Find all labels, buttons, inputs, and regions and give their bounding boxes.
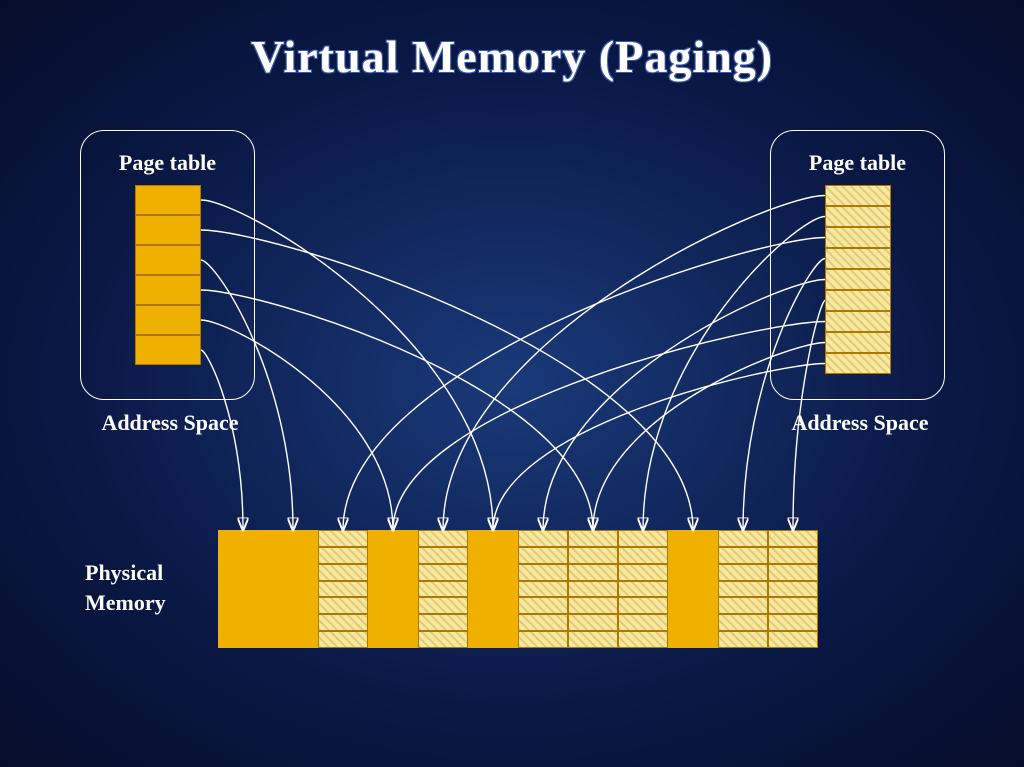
physical-memory-label-line1: Physical xyxy=(85,560,205,586)
left-address-space-label: Address Space xyxy=(70,410,270,436)
physical-frame xyxy=(718,530,768,648)
physical-frame xyxy=(218,530,268,648)
physical-frame xyxy=(468,530,518,648)
right-page-table xyxy=(825,185,891,374)
physical-memory-row xyxy=(218,530,818,648)
physical-frame xyxy=(268,530,318,648)
physical-frame xyxy=(618,530,668,648)
page-table-entry xyxy=(135,245,201,275)
physical-frame xyxy=(368,530,418,648)
right-address-space-label: Address Space xyxy=(760,410,960,436)
page-table-entry xyxy=(825,269,891,290)
page-table-entry xyxy=(135,305,201,335)
page-table-entry xyxy=(825,185,891,206)
page-table-entry xyxy=(825,353,891,374)
physical-frame xyxy=(768,530,818,648)
page-table-entry xyxy=(135,275,201,305)
page-table-entry xyxy=(135,185,201,215)
right-page-table-label: Page table xyxy=(780,150,935,176)
page-table-entry xyxy=(825,248,891,269)
page-table-entry xyxy=(825,332,891,353)
physical-frame xyxy=(668,530,718,648)
page-table-entry xyxy=(135,335,201,365)
physical-frame xyxy=(318,530,368,648)
physical-frame xyxy=(418,530,468,648)
page-table-entry xyxy=(825,311,891,332)
physical-frame xyxy=(568,530,618,648)
page-table-entry xyxy=(825,206,891,227)
left-page-table xyxy=(135,185,201,365)
slide-title: Virtual Memory (Paging) xyxy=(0,30,1024,83)
page-table-entry xyxy=(825,290,891,311)
physical-memory-label-line2: Memory xyxy=(85,590,205,616)
page-table-entry xyxy=(135,215,201,245)
physical-frame xyxy=(518,530,568,648)
page-table-entry xyxy=(825,227,891,248)
left-page-table-label: Page table xyxy=(90,150,245,176)
